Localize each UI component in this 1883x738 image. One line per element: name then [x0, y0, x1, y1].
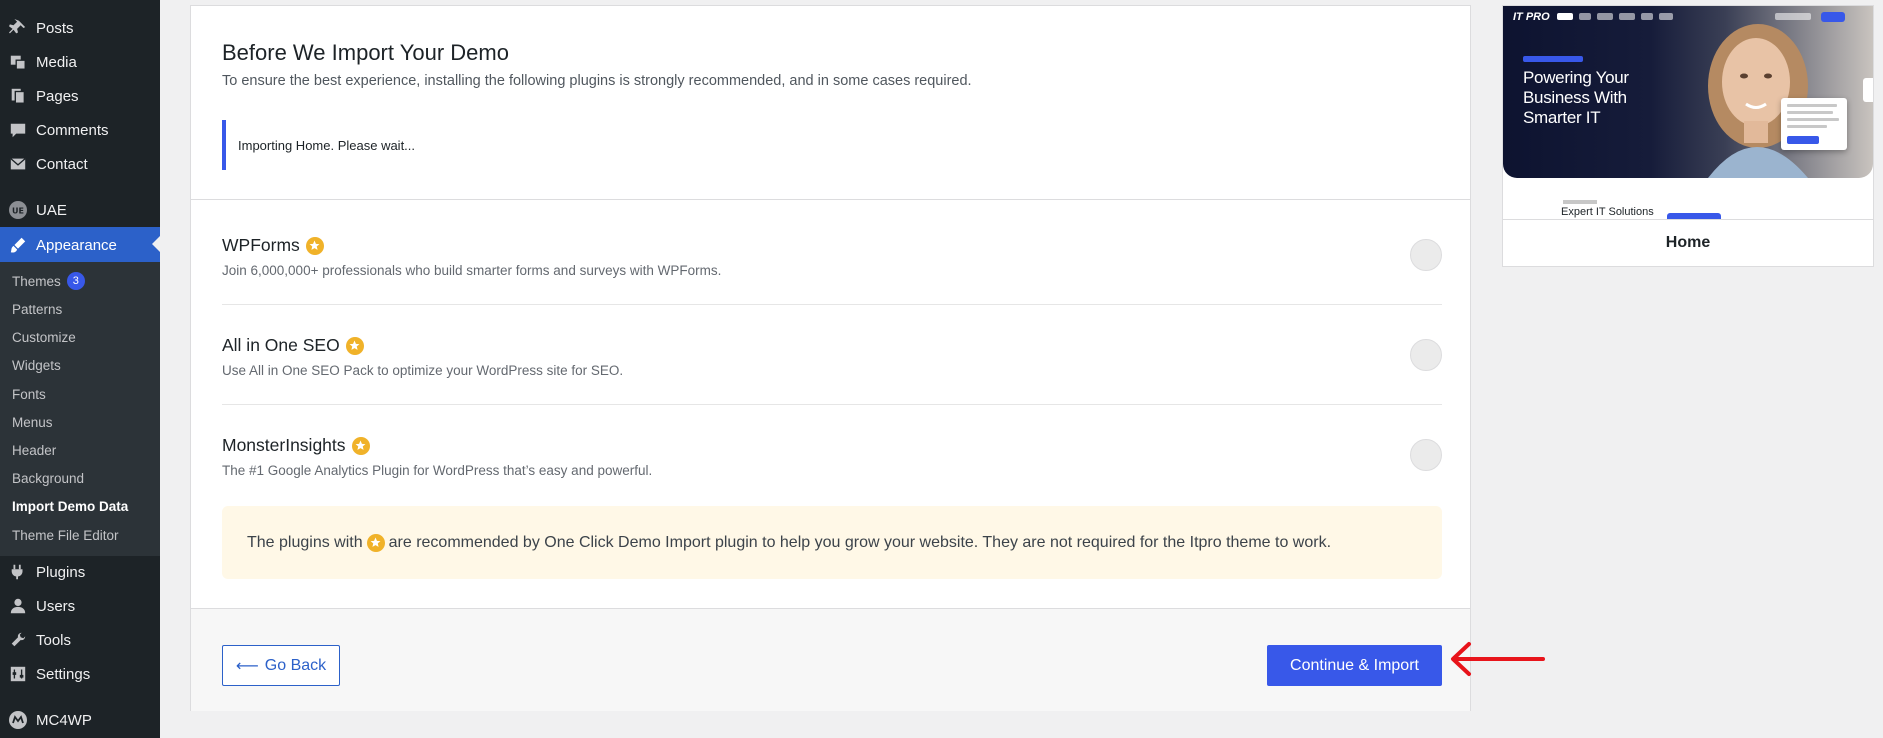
demo-thumbnail: IT PRO Powering Your Business With Smart…	[1503, 6, 1873, 219]
plugin-row-wpforms: WPForms Join 6,000,000+ professionals wh…	[222, 205, 1442, 305]
annotation-arrow-icon	[1451, 642, 1545, 676]
pages-icon	[0, 87, 36, 105]
demo-name-label: Home	[1665, 234, 1711, 251]
plugin-name: All in One SEO	[222, 335, 364, 356]
plugin-name: MonsterInsights	[222, 435, 370, 456]
svg-text:UE: UE	[12, 207, 24, 216]
recommendation-text-end: are recommended by One Click Demo Import…	[388, 533, 1332, 551]
submenu-theme-file-editor[interactable]: Theme File Editor	[12, 522, 119, 548]
menu-comments[interactable]: Comments	[0, 113, 160, 147]
mail-icon	[0, 155, 36, 173]
plugin-description: Use All in One SEO Pack to optimize your…	[222, 363, 624, 378]
import-status-notice: Importing Home. Please wait...	[222, 120, 522, 170]
recommendation-text-start: The plugins with	[247, 533, 363, 551]
menu-posts[interactable]: Posts	[0, 11, 160, 45]
go-back-button[interactable]: ⟵ Go Back	[222, 645, 340, 686]
menu-mc4wp[interactable]: MC4WP	[0, 703, 160, 737]
preview-hero-text: Powering Your Business With Smarter IT	[1523, 68, 1629, 127]
star-icon	[345, 336, 364, 355]
demo-preview-card[interactable]: IT PRO Powering Your Business With Smart…	[1502, 5, 1874, 267]
plugin-name: WPForms	[222, 235, 324, 256]
submenu-fonts[interactable]: Fonts	[12, 381, 46, 407]
menu-contact[interactable]: Contact	[0, 147, 160, 181]
settings-icon	[0, 665, 36, 683]
submenu-patterns[interactable]: Patterns	[12, 296, 62, 322]
preview-section-heading: Expert IT Solutions	[1561, 206, 1654, 218]
divider	[1503, 219, 1873, 220]
menu-tools[interactable]: Tools	[0, 623, 160, 657]
recommendation-notice: The plugins with are recommended by One …	[222, 506, 1442, 579]
plugin-select-toggle[interactable]	[1410, 339, 1442, 371]
active-indicator	[152, 236, 160, 252]
submenu-background[interactable]: Background	[12, 465, 84, 491]
appearance-submenu: Themes 3 Patterns Customize Widgets Font…	[0, 262, 160, 556]
comments-icon	[0, 121, 36, 139]
plugin-description: Join 6,000,000+ professionals who build …	[222, 263, 722, 278]
user-icon	[0, 597, 36, 615]
submenu-widgets[interactable]: Widgets	[12, 352, 61, 378]
themes-count-badge: 3	[66, 272, 85, 290]
page-subtitle: To ensure the best experience, installin…	[222, 73, 972, 89]
star-icon	[351, 436, 370, 455]
plugin-description: The #1 Google Analytics Plugin for WordP…	[222, 463, 653, 478]
media-icon	[0, 53, 36, 71]
card-footer: ⟵ Go Back Continue & Import	[191, 608, 1470, 711]
plugin-row-all-in-one-seo: All in One SEO Use All in One SEO Pack t…	[222, 305, 1442, 405]
mc4wp-icon	[0, 710, 36, 730]
submenu-header[interactable]: Header	[12, 437, 56, 463]
menu-pages[interactable]: Pages	[0, 79, 160, 113]
menu-media[interactable]: Media	[0, 45, 160, 79]
hero-info-popup	[1781, 98, 1847, 150]
divider	[191, 199, 1470, 200]
preview-logo: IT PRO	[1513, 11, 1550, 23]
plugin-icon	[0, 563, 36, 581]
page-title: Before We Import Your Demo	[222, 40, 509, 65]
brush-icon	[0, 236, 36, 254]
menu-settings[interactable]: Settings	[0, 657, 160, 691]
submenu-customize[interactable]: Customize	[12, 324, 76, 350]
star-icon	[305, 236, 324, 255]
submenu-themes[interactable]: Themes 3	[12, 268, 85, 294]
plugin-row-monsterinsights: MonsterInsights The #1 Google Analytics …	[222, 405, 1442, 505]
hero-image: IT PRO Powering Your Business With Smart…	[1503, 6, 1873, 178]
submenu-import-demo-data[interactable]: Import Demo Data	[12, 493, 128, 519]
menu-users[interactable]: Users	[0, 589, 160, 623]
import-card: Before We Import Your Demo To ensure the…	[190, 5, 1471, 711]
star-icon	[366, 533, 385, 552]
continue-import-button[interactable]: Continue & Import	[1267, 645, 1442, 686]
admin-sidebar: Posts Media Pages Comments Contact UE UA…	[0, 0, 160, 738]
uae-icon: UE	[0, 200, 36, 220]
plugin-select-toggle[interactable]	[1410, 439, 1442, 471]
plugin-select-toggle[interactable]	[1410, 239, 1442, 271]
arrow-left-icon: ⟵	[235, 657, 259, 675]
menu-plugins[interactable]: Plugins	[0, 555, 160, 589]
wrench-icon	[0, 631, 36, 649]
submenu-menus[interactable]: Menus	[12, 409, 53, 435]
preview-side-tab	[1863, 78, 1873, 102]
person-portrait-icon	[1708, 24, 1808, 178]
pin-icon	[0, 19, 36, 37]
menu-appearance[interactable]: Appearance	[0, 227, 160, 263]
notice-text: Importing Home. Please wait...	[238, 137, 416, 153]
menu-uae[interactable]: UE UAE	[0, 193, 160, 227]
